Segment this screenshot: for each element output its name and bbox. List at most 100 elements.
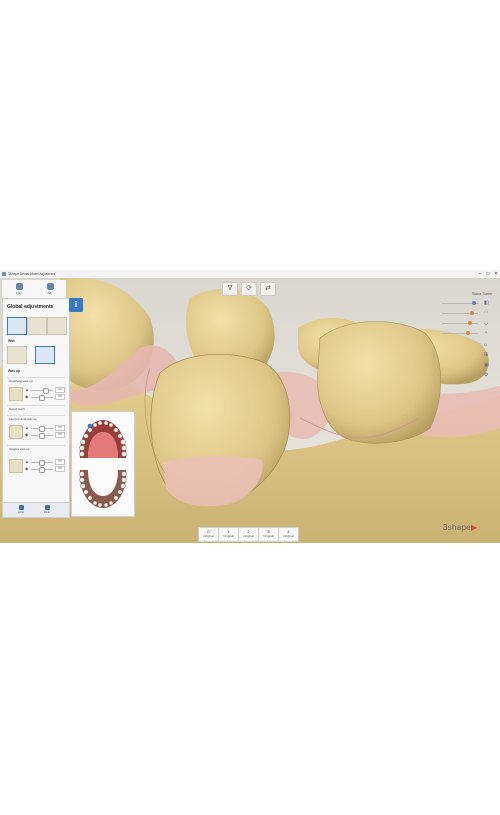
step-1[interactable]: 1 Original [218, 527, 239, 542]
wax-layer-icon[interactable]: ◔ [484, 330, 490, 336]
gingiva-knob-2[interactable] [39, 467, 45, 473]
gingiva-preview [9, 459, 23, 473]
tooth-icon [15, 283, 23, 290]
step-4[interactable]: 4 Original [278, 527, 299, 542]
overhang-slider-1[interactable] [31, 390, 53, 391]
step-selector: 0 Original 1 Original 2 Original 3 Original … [198, 527, 300, 542]
lower-jaw-icon[interactable]: ◡ [484, 320, 490, 326]
select-teeth-label[interactable]: Select teeth [9, 407, 25, 411]
scene-row-3: ◡ [440, 320, 496, 326]
mode-thumb-3[interactable] [47, 317, 67, 335]
undo-icon [18, 505, 24, 510]
gingiva-label: Gingiva wax up [9, 447, 30, 451]
scene-row-1: ◧ [440, 300, 496, 306]
interproximal-group [7, 415, 65, 416]
step-label: Original [263, 534, 274, 538]
section-wax: Wax [8, 339, 15, 343]
select-teeth-group [7, 405, 65, 406]
close-button[interactable]: ✕ [492, 270, 500, 278]
height-icon: ▲ [25, 425, 29, 430]
step-3[interactable]: 3 Original [258, 527, 279, 542]
lower-arch [79, 470, 127, 508]
gingiva-group [7, 445, 65, 446]
section-waxup: Wax up [8, 369, 20, 373]
selected-tooth-marker[interactable] [87, 423, 93, 429]
scene-slider-3[interactable] [442, 323, 478, 324]
maximize-button[interactable]: □ [484, 270, 492, 278]
step-0[interactable]: 0 Original [198, 527, 219, 542]
scene-row-2: ◠ [440, 310, 496, 316]
camera-icon[interactable]: ▣ [484, 362, 490, 368]
scene-knob-3[interactable] [468, 321, 472, 325]
step-label: Original [283, 534, 294, 538]
top-left-toolbar: Flap Adj. [2, 280, 66, 299]
width-icon: ◆ [25, 466, 29, 471]
occlusion-view-icon[interactable]: ᐁ [222, 282, 238, 296]
width-icon: ◆ [25, 394, 29, 399]
jaw-overview[interactable] [71, 411, 135, 517]
status-scene-panel: Status Scene ◧ ◠ ◡ ◔ ⌂ ⊞ ▣ ⚙ [436, 292, 496, 392]
tool-adjust-button[interactable]: Adj. [35, 281, 65, 297]
status-scene-title: Status Scene [471, 292, 492, 296]
minimize-button[interactable]: – [476, 270, 484, 278]
settings-icon[interactable]: ⚙ [484, 372, 490, 378]
overhang-value-2[interactable]: 0.5 [55, 394, 65, 400]
upper-jaw-icon[interactable]: ◠ [484, 310, 490, 316]
panel-bottom-bar: Undo Redo [3, 502, 69, 517]
interproximal-value-1[interactable]: 0.5 [55, 425, 65, 431]
mode-thumb-2[interactable] [27, 317, 47, 335]
height-icon: ▲ [25, 459, 29, 464]
logo-mark-icon: ▶ [471, 523, 478, 532]
overhang-label: Overhang wax up [9, 379, 33, 383]
swap-jaw-icon[interactable]: ⇄ [260, 282, 276, 296]
step-label: Original [243, 534, 254, 538]
info-button[interactable]: i [69, 298, 83, 312]
redo-button[interactable]: Redo [37, 505, 57, 515]
overhang-knob-1[interactable] [43, 388, 49, 394]
step-label: Original [203, 534, 214, 538]
scene-knob-1[interactable] [472, 301, 476, 305]
window-title: 3Shape Dental Model Adjustment [8, 272, 56, 276]
undo-label: Undo [17, 511, 25, 514]
wax-thumb-2[interactable] [35, 346, 55, 364]
interproximal-label: Interproximal wax up [9, 417, 37, 421]
mode-thumb-1[interactable] [7, 317, 27, 335]
step-label: Original [223, 534, 234, 538]
brand-logo: 3shape▶ [443, 523, 478, 532]
interproximal-value-2[interactable]: 0.5 [55, 432, 65, 438]
scene-knob-2[interactable] [470, 311, 474, 315]
undo-button[interactable]: Undo [11, 505, 31, 515]
gingiva-value-1[interactable]: 0.5 [55, 459, 65, 465]
redo-icon [44, 505, 50, 510]
gingiva-value-2[interactable]: 0.5 [55, 466, 65, 472]
visibility-icon[interactable]: ◧ [484, 300, 490, 306]
tool-label: Adj. [47, 291, 53, 295]
scene-slider-4[interactable] [442, 333, 478, 334]
interproximal-preview [9, 425, 23, 439]
tool-label: Flap [16, 291, 22, 295]
step-2[interactable]: 2 Original [238, 527, 259, 542]
wax-thumb-1[interactable] [7, 346, 27, 364]
overhang-group [7, 377, 65, 378]
global-adjustments-panel: Global adjustments Wax Wax up Overhang w… [2, 298, 70, 518]
right-molar [317, 321, 441, 444]
scene-knob-4[interactable] [466, 331, 470, 335]
app-icon [2, 272, 6, 276]
interproximal-knob-2[interactable] [39, 433, 45, 439]
tool-flap-button[interactable]: Flap [4, 281, 34, 297]
interproximal-knob-1[interactable] [39, 426, 45, 432]
panel-title: Global adjustments [7, 304, 54, 310]
overhang-knob-2[interactable] [39, 395, 45, 401]
logo-text: 3shape [443, 523, 472, 532]
overhang-preview [9, 387, 23, 401]
redo-label: Redo [43, 511, 51, 514]
rotate-view-icon[interactable]: ⟳ [241, 282, 257, 296]
clip-icon[interactable]: ⌂ [484, 342, 490, 348]
gingiva-knob-1[interactable] [39, 460, 45, 466]
jaw-overview-drawing [79, 420, 127, 508]
jaw-icon [46, 283, 54, 290]
width-icon: ◆ [25, 432, 29, 437]
height-icon: ▲ [25, 387, 29, 392]
overhang-value-1[interactable]: 1.0 [55, 387, 65, 393]
measure-icon[interactable]: ⊞ [484, 352, 490, 358]
